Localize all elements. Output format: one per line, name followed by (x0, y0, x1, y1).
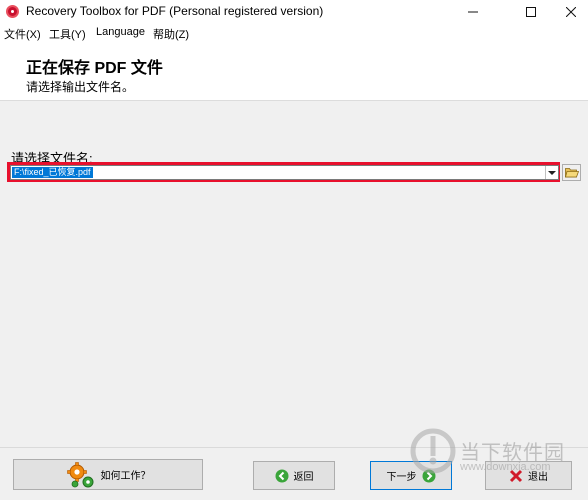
menu-language[interactable]: Language (96, 26, 145, 38)
browse-folder-button[interactable] (562, 164, 581, 181)
page-subtitle: 请选择输出文件名。 (26, 80, 135, 94)
gears-icon (66, 461, 96, 489)
exit-button[interactable]: 退出 (485, 461, 572, 490)
next-button[interactable]: 下一步 (370, 461, 452, 490)
arrow-right-icon (422, 469, 436, 483)
exit-label: 退出 (528, 472, 548, 483)
how-it-works-label: 如何工作？ (100, 471, 151, 482)
back-button[interactable]: 返回 (253, 461, 335, 490)
close-button[interactable] (548, 0, 588, 24)
back-label: 返回 (293, 472, 314, 483)
arrow-left-icon (275, 469, 289, 483)
maximize-icon (526, 7, 536, 17)
content-area: 请选择文件名: F:\fixed_已恢复.pdf (0, 101, 588, 447)
close-icon (566, 7, 576, 17)
menu-file[interactable]: 文件(X) (4, 26, 41, 42)
window-title: Recovery Toolbox for PDF (Personal regis… (26, 4, 324, 18)
footer-bar: 如何工作？ 返回 下一步 退出 (0, 447, 588, 500)
dropdown-arrow-icon[interactable] (545, 166, 558, 179)
menu-help[interactable]: 帮助(Z) (153, 26, 189, 42)
minimize-button[interactable] (450, 0, 496, 24)
menu-tools[interactable]: 工具(Y) (49, 26, 86, 42)
title-bar: Recovery Toolbox for PDF (Personal regis… (0, 0, 588, 24)
page-title: 正在保存 PDF 文件 (26, 60, 163, 77)
menu-bar: 文件(X) 工具(Y) Language 帮助(Z) (0, 24, 588, 42)
red-x-icon (509, 469, 523, 483)
how-it-works-button[interactable]: 如何工作？ (13, 459, 203, 490)
folder-open-icon (564, 168, 579, 178)
filename-combobox[interactable]: F:\fixed_已恢复.pdf (10, 165, 559, 180)
minimize-icon (468, 11, 478, 13)
next-label: 下一步 (386, 472, 417, 483)
filename-value[interactable]: F:\fixed_已恢复.pdf (12, 167, 93, 178)
page-header: 正在保存 PDF 文件 请选择输出文件名。 (0, 42, 588, 101)
app-logo-icon (6, 5, 19, 18)
